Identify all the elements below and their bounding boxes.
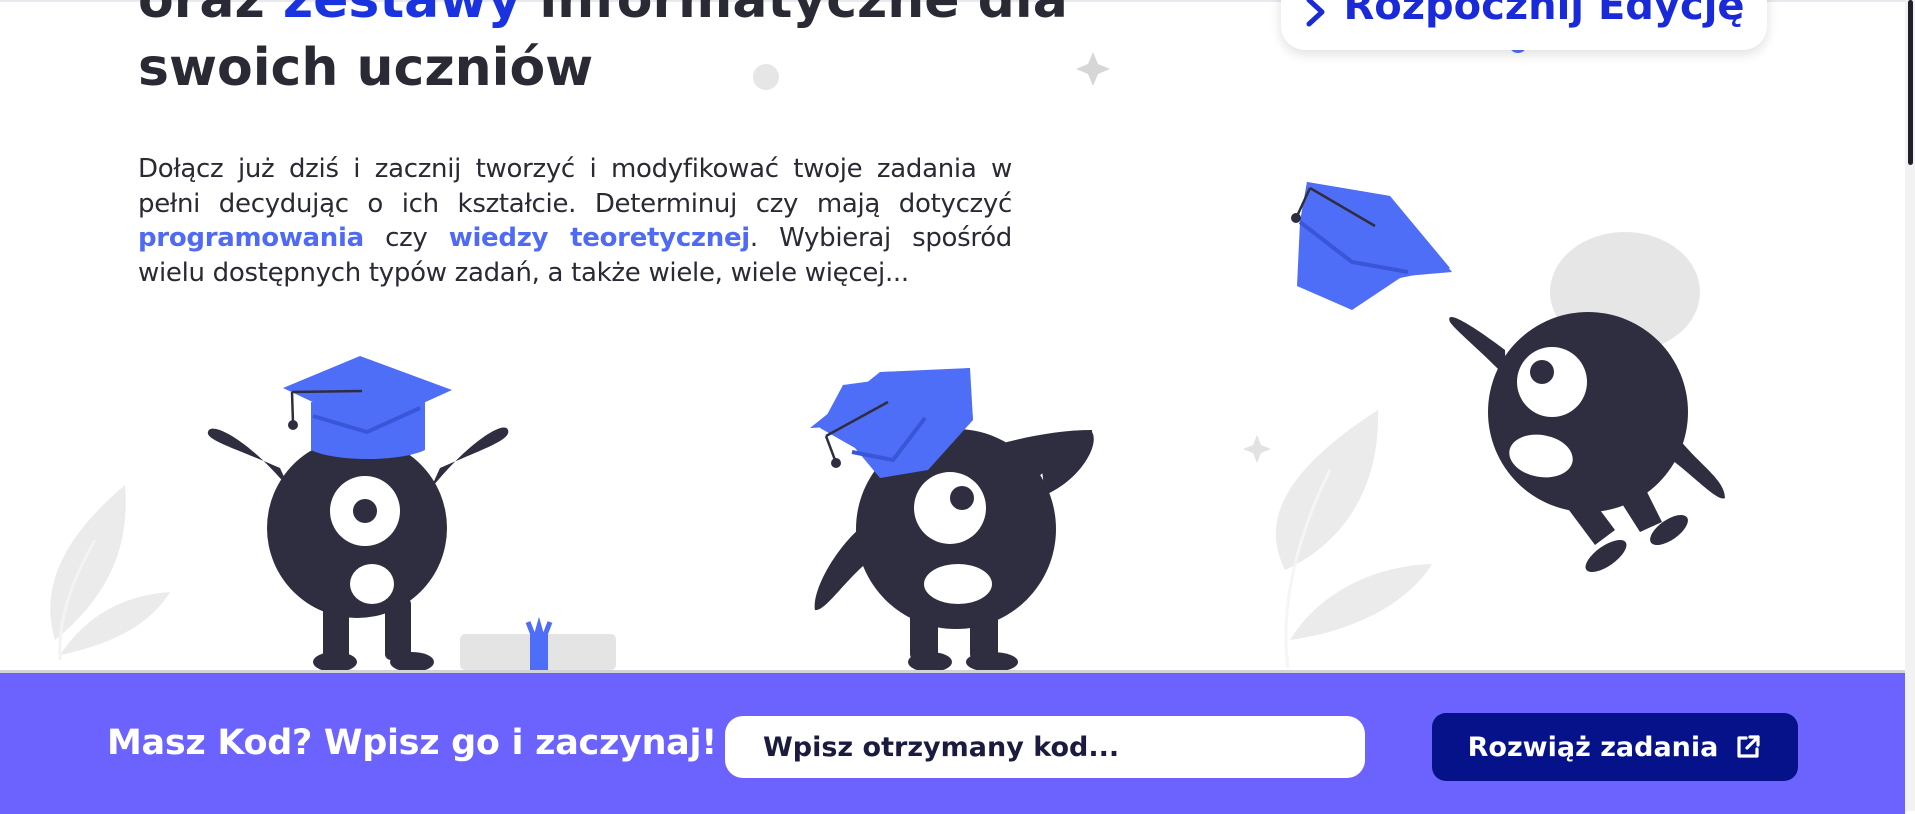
graduate-monster-left <box>207 356 509 672</box>
access-code-bar: Masz Kod? Wpisz go i zaczynaj! Rozwiąż z… <box>0 670 1905 814</box>
intro-text-mid: czy <box>385 223 428 253</box>
headline-post: informatyczne dla <box>539 0 1068 30</box>
graduate-monster-middle <box>810 368 1094 672</box>
headline-accent: zestawy <box>282 0 522 30</box>
hero-headline: oraz zestawy informatyczne dla swoich ucz… <box>138 0 1138 102</box>
sparkle-icon <box>1243 435 1271 463</box>
solve-tasks-button[interactable]: Rozwiąż zadania <box>1432 713 1798 781</box>
start-edit-label: Rozpocznij Edycję <box>1343 0 1745 29</box>
intro-highlight-programming: programowania <box>138 223 364 253</box>
jumping-monster-right <box>1449 232 1725 573</box>
hero-intro: Dołącz już dziś i zacznij tworzyć i mody… <box>138 152 1012 290</box>
start-edit-button[interactable]: Rozpocznij Edycję <box>1281 0 1767 50</box>
external-link-icon <box>1737 735 1760 758</box>
scrollbar-thumb[interactable] <box>1908 0 1913 165</box>
solve-tasks-label: Rozwiąż zadania <box>1467 731 1719 763</box>
headline-line2: swoich uczniów <box>138 38 594 98</box>
access-code-input[interactable] <box>725 716 1365 778</box>
headline-pre: oraz <box>138 0 265 30</box>
intro-text-1: Dołącz już dziś i zacznij tworzyć i mody… <box>138 154 1012 219</box>
chevron-right-icon <box>1306 0 1325 27</box>
intro-highlight-theory: wiedzy teoretycznej <box>448 223 751 253</box>
leaf-decoration-left <box>50 485 170 661</box>
flying-graduation-cap <box>1291 182 1452 310</box>
code-bar-title: Masz Kod? Wpisz go i zaczynaj! <box>107 723 717 763</box>
diploma-scroll <box>460 616 616 670</box>
leaf-decoration-right <box>1275 410 1432 669</box>
page-scrollbar[interactable] <box>1905 0 1915 811</box>
